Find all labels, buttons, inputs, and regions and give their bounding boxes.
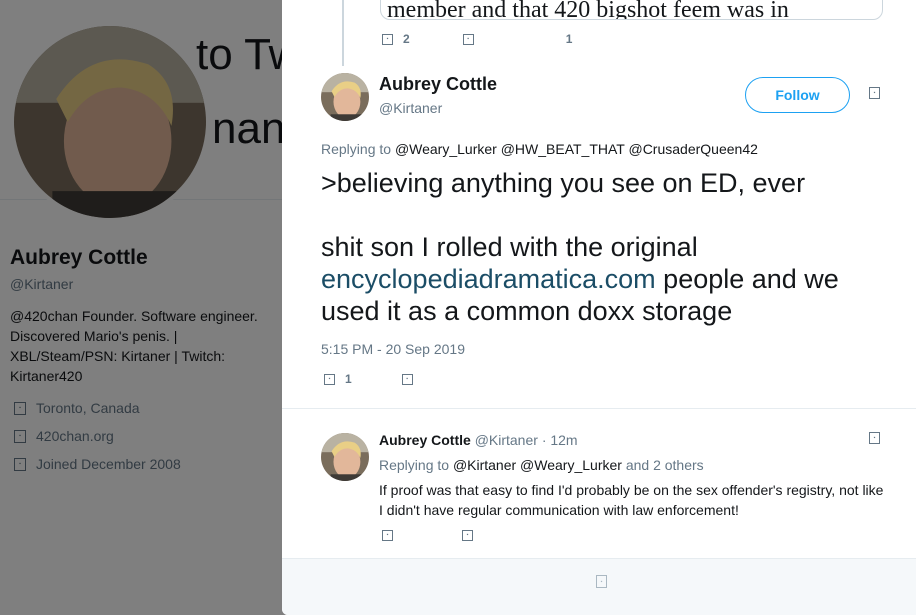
- reply-icon: ▪: [382, 33, 393, 45]
- tweet-divider: [282, 408, 916, 409]
- main-tweet-author-handle[interactable]: @Kirtaner: [379, 100, 442, 116]
- reply-tweet-replying-to: Replying to @Kirtaner @Weary_Lurker and …: [379, 457, 704, 473]
- main-tweet-text-line1: >believing anything you see on ED, ever: [321, 168, 806, 198]
- reply-icon: ▪: [324, 373, 335, 385]
- main-tweet-actions: ▪ 1 ▪: [324, 372, 413, 386]
- reply-replying-label: Replying to: [379, 457, 450, 473]
- main-tweet-avatar[interactable]: [321, 73, 369, 121]
- quoted-tweet-card[interactable]: member and that 420 bigshot feem was in: [380, 0, 883, 20]
- replying-to-mentions[interactable]: @Weary_Lurker @HW_BEAT_THAT @CrusaderQue…: [395, 141, 758, 157]
- reply-tweet-text: If proof was that easy to find I'd proba…: [379, 482, 884, 518]
- replying-to-label: Replying to: [321, 141, 392, 157]
- compose-icon: ▪: [596, 575, 607, 588]
- tweet-modal: member and that 420 bigshot feem was in …: [282, 0, 916, 615]
- main-reply-action[interactable]: ▪ 1: [324, 372, 352, 386]
- retweet-icon: ▪: [462, 530, 473, 541]
- reply-action[interactable]: ▪ 2: [382, 32, 410, 46]
- main-tweet-more-icon[interactable]: ▪: [869, 87, 880, 99]
- main-tweet-text: >believing anything you see on ED, ever …: [321, 167, 891, 327]
- reply-replying-mentions[interactable]: @Kirtaner @Weary_Lurker: [453, 457, 622, 473]
- main-retweet-action[interactable]: ▪: [401, 373, 413, 385]
- reply-tweet-author-handle[interactable]: @Kirtaner: [475, 432, 538, 448]
- reply-tweet-reply-action[interactable]: ▪: [382, 530, 393, 541]
- quoted-tweet-text: member and that 420 bigshot feem was in: [387, 0, 789, 20]
- main-tweet-author-name[interactable]: Aubrey Cottle: [379, 74, 497, 95]
- like-action[interactable]: 1: [566, 32, 573, 46]
- encyclopediadramatica-link[interactable]: encyclopediadramatica.com: [321, 264, 656, 294]
- reply-tweet-actions: ▪ ▪: [382, 530, 473, 541]
- main-tweet-text-before-link: shit son I rolled with the original: [321, 232, 698, 262]
- reply-tweet-time[interactable]: · 12m: [542, 432, 578, 448]
- reply-tweet-avatar-image: [321, 433, 369, 481]
- reply-replying-others[interactable]: and 2 others: [626, 457, 704, 473]
- reply-tweet-retweet-action[interactable]: ▪: [462, 530, 473, 541]
- reply-icon: ▪: [382, 530, 393, 541]
- main-tweet-text-paragraph2: shit son I rolled with the original ency…: [321, 231, 891, 327]
- main-tweet-timestamp[interactable]: 5:15 PM - 20 Sep 2019: [321, 341, 465, 357]
- thread-connector-line: [342, 0, 344, 66]
- follow-button[interactable]: Follow: [745, 77, 850, 113]
- previous-tweet-actions: ▪ 2 ▪ 1: [382, 32, 572, 46]
- like-count: 1: [565, 32, 573, 46]
- retweet-action[interactable]: ▪: [462, 33, 474, 45]
- reply-tweet-avatar[interactable]: [321, 433, 369, 481]
- reply-tweet-author-name[interactable]: Aubrey Cottle: [379, 432, 471, 448]
- reply-tweet-header: Aubrey Cottle @Kirtaner · 12m: [379, 432, 578, 448]
- reply-count: 2: [403, 32, 410, 46]
- reply-tweet-more-icon[interactable]: ▪: [869, 432, 880, 444]
- main-tweet-avatar-image: [321, 73, 369, 121]
- reply-compose-bar[interactable]: ▪: [282, 558, 916, 615]
- main-reply-count: 1: [345, 372, 352, 386]
- main-tweet-replying-to: Replying to @Weary_Lurker @HW_BEAT_THAT …: [321, 141, 758, 157]
- retweet-icon: ▪: [401, 373, 413, 385]
- retweet-icon: ▪: [462, 33, 474, 45]
